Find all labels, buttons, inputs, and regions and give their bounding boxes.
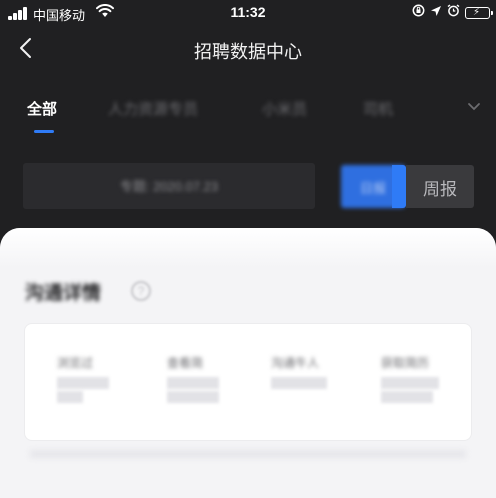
stat-resume-viewed[interactable]: 查看简 [167,354,237,403]
active-tab-indicator [34,130,54,133]
tab-driver[interactable]: 司机 [363,98,393,119]
tab-all[interactable]: 全部 [27,98,57,119]
orientation-lock-icon [412,4,425,22]
stat-value-placeholder [167,377,237,403]
battery-icon: ⚡ [465,7,493,19]
weekly-report-toggle[interactable]: 周报 [406,165,474,208]
stat-label: 沟通牛人 [271,356,320,370]
weekly-report-label: 周报 [423,180,457,200]
stat-resume-obtained[interactable]: 获取简历 [381,354,451,403]
alarm-icon [447,4,460,22]
stats-panel: 浏览过 查看简 沟通牛人 获取简历 [24,323,472,441]
section-title: 沟通详情 [25,283,102,304]
stat-label: 获取简历 [381,356,430,370]
date-picker[interactable]: 专题: 2020.07.23 [23,163,315,209]
location-arrow-icon [430,4,442,22]
stat-value-placeholder [381,377,451,403]
question-circle-icon[interactable]: ? [131,281,151,301]
stat-viewed[interactable]: 浏览过 [57,354,127,403]
stat-value-placeholder [57,377,127,403]
stat-label: 查看简 [167,356,204,370]
nav-bar: 招聘数据中心 [0,26,496,72]
tab-hr-specialist[interactable]: 人力资源专员 [108,98,198,119]
communication-detail-card: 沟通详情 ? 浏览过 查看简 沟通牛人 获取简历 [0,228,496,498]
position-tabs: 全部 人力资源专员 小米员 司机 [0,88,496,138]
card-top-gradient [0,228,496,268]
stat-value-placeholder [271,377,341,389]
date-label: 专题: 2020.07.23 [119,179,219,194]
daily-report-toggle-edge [392,165,406,208]
chevron-down-icon [468,103,480,111]
card-bottom-strip [30,450,466,458]
stat-communicated[interactable]: 沟通牛人 [271,354,341,389]
stat-label: 浏览过 [57,356,94,370]
tab-xiaomi-staff[interactable]: 小米员 [262,98,307,119]
page-title: 招聘数据中心 [194,42,302,63]
tabs-expand-button[interactable] [466,100,482,118]
status-bar: 中国移动 11:32 ⚡ [0,0,496,26]
